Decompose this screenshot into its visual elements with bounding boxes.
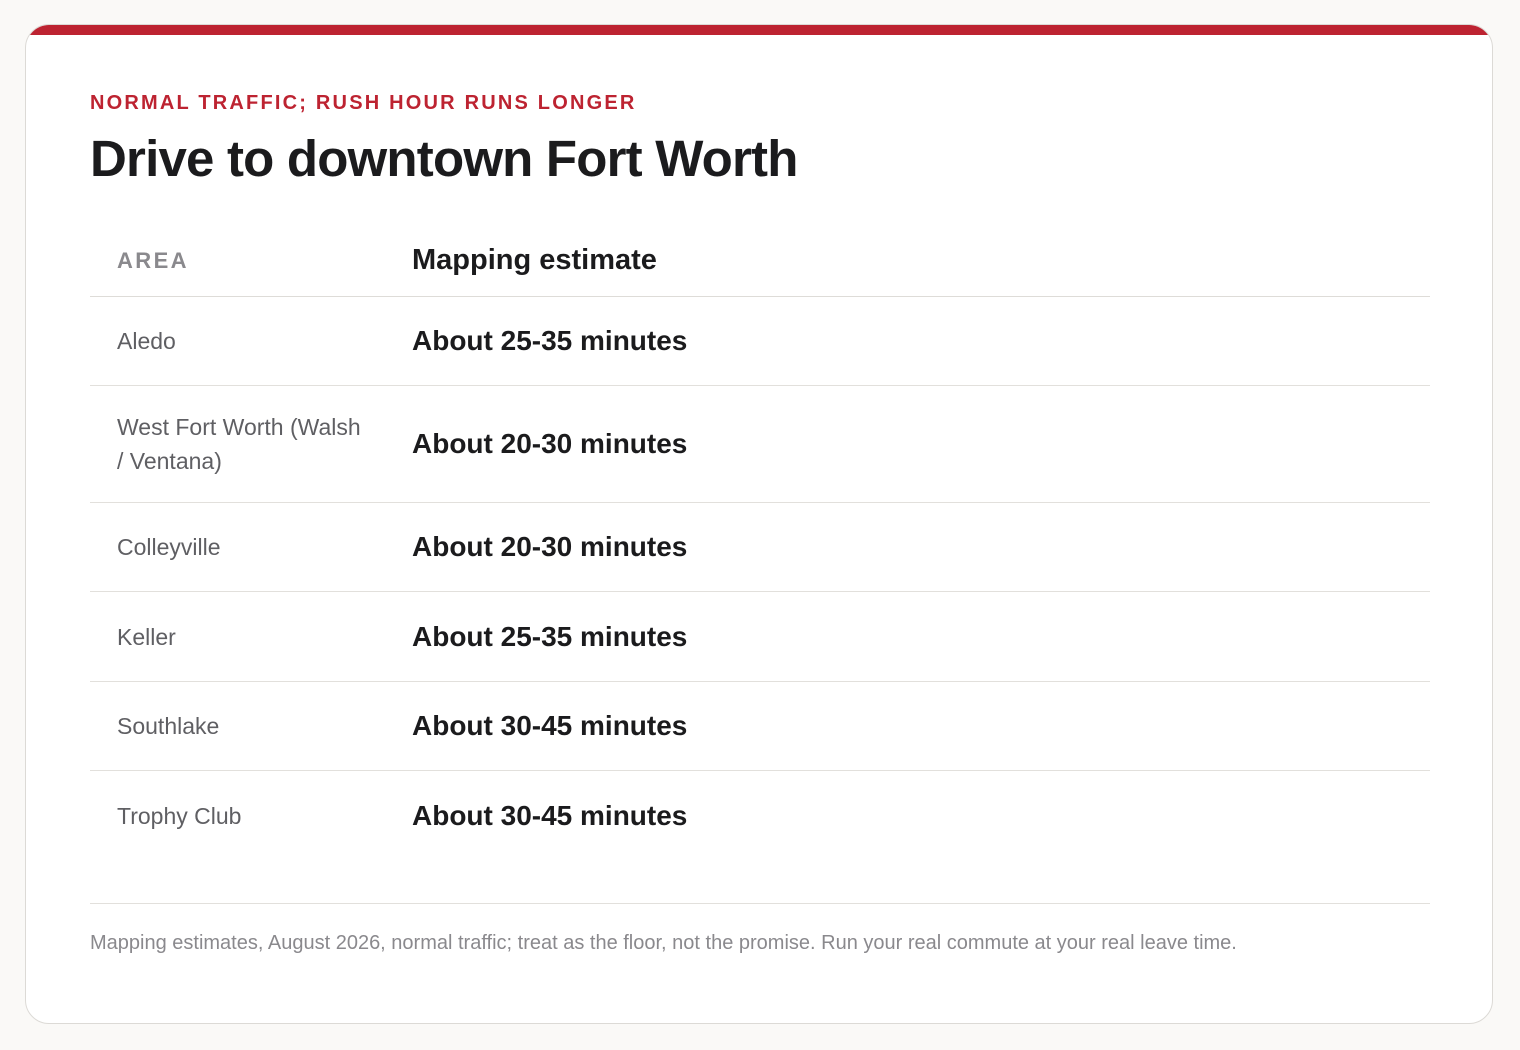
area-cell: Southlake — [90, 709, 412, 743]
table-row: Keller About 25-35 minutes — [90, 592, 1430, 682]
area-name: Keller — [117, 623, 176, 650]
footer-divider — [90, 903, 1430, 904]
area-header-label: AREA — [117, 247, 189, 273]
area-cell: West Fort Worth (Walsh / Ventana) — [90, 410, 412, 478]
estimate-cell: About 25-35 minutes — [412, 325, 688, 356]
estimate-cell: About 20-30 minutes — [412, 531, 688, 562]
eyebrow-label: NORMAL TRAFFIC; RUSH HOUR RUNS LONGER — [90, 92, 637, 114]
estimate-cell: About 30-45 minutes — [412, 799, 688, 831]
estimate-cell: About 20-30 minutes — [412, 428, 688, 459]
area-cell: Colleyville — [90, 530, 412, 564]
estimate-cell: About 25-35 minutes — [412, 620, 688, 652]
table-row: Trophy Club About 30-45 minutes — [90, 771, 1430, 860]
estimate-column-header: Mapping estimate — [412, 244, 1430, 277]
estimate-cell: About 30-45 minutes — [412, 710, 688, 741]
area-name: Aledo — [117, 328, 176, 354]
table-row: Colleyville About 20-30 minutes — [90, 503, 1430, 592]
accent-bar — [26, 25, 1492, 35]
commute-table: AREA Mapping estimate Aledo About 25-35 … — [90, 225, 1430, 860]
table-row: Southlake About 30-45 minutes — [90, 682, 1430, 771]
table-row: Aledo About 25-35 minutes — [90, 297, 1430, 386]
footnote: Mapping estimates, August 2026, normal t… — [90, 932, 1237, 954]
area-name: Trophy Club — [117, 802, 242, 829]
area-name: Colleyville — [117, 534, 221, 560]
area-cell: Keller — [90, 620, 412, 654]
area-name: West Fort Worth (Walsh — [117, 414, 361, 440]
estimate-header-label: Mapping estimate — [412, 244, 657, 276]
page-title: Drive to downtown Fort Worth — [90, 130, 798, 187]
area-name: Southlake — [117, 713, 220, 739]
commute-card: NORMAL TRAFFIC; RUSH HOUR RUNS LONGER Dr… — [25, 24, 1493, 1024]
area-name-continued: / Ventana) — [117, 448, 222, 474]
area-column-header: AREA — [90, 248, 412, 274]
table-header: AREA Mapping estimate — [90, 225, 1430, 297]
table-row: West Fort Worth (Walsh / Ventana) About … — [90, 386, 1430, 503]
area-cell: Trophy Club — [90, 799, 412, 833]
area-cell: Aledo — [90, 324, 412, 358]
